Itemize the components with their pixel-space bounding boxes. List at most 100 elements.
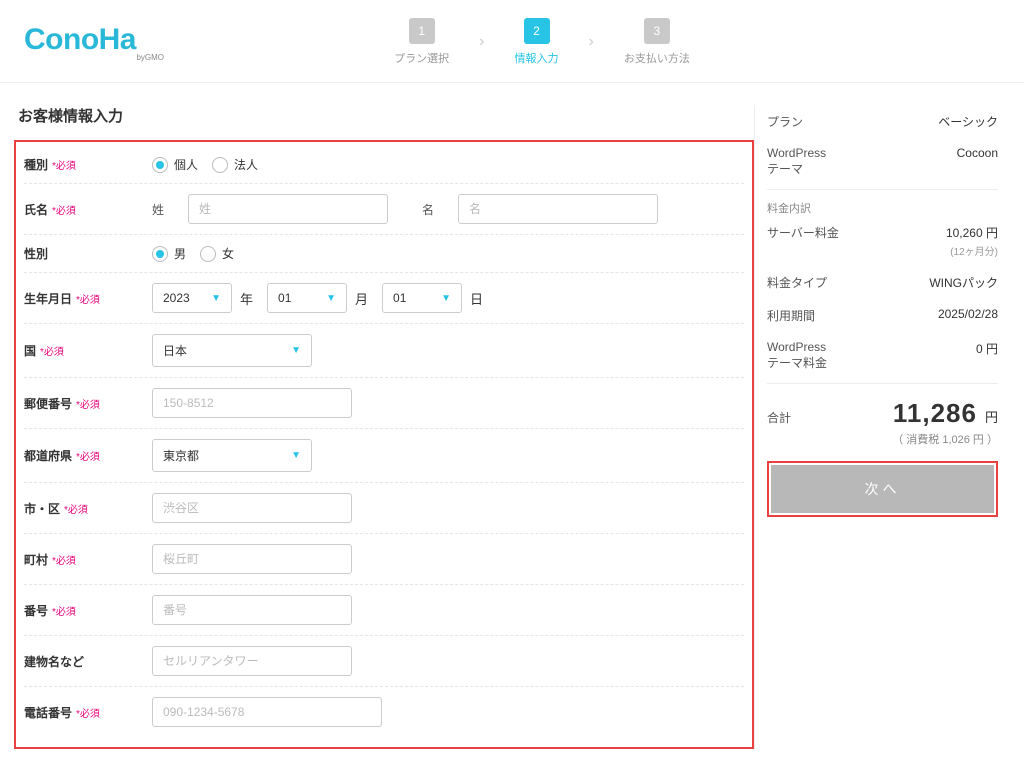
row-country: 国 *必須 日本▼ [24, 324, 744, 378]
postal-input[interactable] [152, 388, 352, 418]
chevron-down-icon: ▼ [326, 293, 336, 304]
row-dob: 生年月日 *必須 2023▼ 年 01▼ 月 01▼ 日 [24, 273, 744, 324]
customer-form: 種別*必須 個人 法人 氏名*必須 姓 名 性別 男 [14, 140, 754, 749]
summary-panel: プラン ベーシック WordPress テーマ Cocoon 料金内訳 サーバー料金… [754, 105, 1010, 749]
themefee-key: WordPress テーマ料金 [767, 340, 827, 371]
required-mark: *必須 [76, 705, 100, 720]
step-1-number: 1 [409, 18, 435, 44]
row-name: 氏名*必須 姓 名 [24, 184, 744, 235]
period-value: 2025/02/28 [938, 307, 998, 321]
required-mark: *必須 [76, 448, 100, 463]
step-2-label: 情報入力 [515, 50, 559, 66]
radio-icon [152, 157, 168, 173]
plan-value: ベーシック [938, 113, 998, 130]
type-corporate-radio[interactable]: 法人 [212, 156, 258, 173]
tel-input[interactable] [152, 697, 382, 727]
required-mark: *必須 [52, 552, 76, 567]
country-select[interactable]: 日本▼ [152, 334, 312, 367]
gender-male-radio[interactable]: 男 [152, 245, 186, 262]
server-fee-value: 10,260 円 [946, 226, 998, 240]
gender-label: 性別 [24, 245, 48, 262]
feetype-value: WINGパック [929, 274, 998, 291]
required-mark: *必須 [76, 291, 100, 306]
pref-select[interactable]: 東京都▼ [152, 439, 312, 472]
city-label: 市・区 [24, 500, 60, 517]
step-3: 3 お支払い方法 [624, 18, 690, 66]
progress-steps: 1 プラン選択 › 2 情報入力 › 3 お支払い方法 [164, 18, 920, 66]
day-unit: 日 [470, 289, 483, 308]
firstname-input[interactable] [458, 194, 658, 224]
breakdown-label: 料金内訳 [767, 194, 998, 216]
building-input[interactable] [152, 646, 352, 676]
server-fee-key: サーバー料金 [767, 224, 839, 241]
step-3-number: 3 [644, 18, 670, 44]
town-label: 町村 [24, 551, 48, 568]
chevron-right-icon: › [479, 33, 484, 51]
step-2: 2 情報入力 [515, 18, 559, 66]
chevron-down-icon: ▼ [211, 293, 221, 304]
row-pref: 都道府県 *必須 東京都▼ [24, 429, 744, 483]
gender-female-radio[interactable]: 女 [200, 245, 234, 262]
theme-key: WordPress テーマ [767, 146, 826, 177]
dob-label: 生年月日 [24, 290, 72, 307]
number-label: 番号 [24, 602, 48, 619]
themefee-value: 0 円 [976, 340, 998, 357]
postal-label: 郵便番号 [24, 395, 72, 412]
tax-note: （ 消費税 1,026 円 ） [767, 431, 998, 447]
next-button-frame: 次へ [767, 461, 998, 517]
required-mark: *必須 [76, 396, 100, 411]
city-input[interactable] [152, 493, 352, 523]
row-tel: 電話番号 *必須 [24, 687, 744, 737]
row-town: 町村 *必須 [24, 534, 744, 585]
row-city: 市・区 *必須 [24, 483, 744, 534]
country-label: 国 [24, 342, 36, 359]
lastname-input[interactable] [188, 194, 388, 224]
required-mark: *必須 [52, 157, 76, 172]
period-key: 利用期間 [767, 307, 815, 324]
required-mark: *必須 [52, 202, 76, 217]
radio-icon [152, 246, 168, 262]
step-1: 1 プラン選択 [394, 18, 449, 66]
step-3-label: お支払い方法 [624, 50, 690, 66]
plan-key: プラン [767, 113, 803, 130]
dob-month-select[interactable]: 01▼ [267, 283, 347, 313]
server-fee-sub: (12ヶ月分) [946, 243, 998, 258]
row-postal: 郵便番号 *必須 [24, 378, 744, 429]
total-label: 合計 [767, 409, 791, 426]
required-mark: *必須 [52, 603, 76, 618]
pref-label: 都道府県 [24, 447, 72, 464]
chevron-down-icon: ▼ [291, 450, 301, 461]
building-label: 建物名など [24, 653, 84, 670]
total-amount: 11,286 [893, 398, 977, 429]
chevron-down-icon: ▼ [291, 345, 301, 356]
year-unit: 年 [240, 289, 253, 308]
lastname-sublabel: 姓 [152, 201, 174, 218]
next-button[interactable]: 次へ [771, 465, 994, 513]
chevron-right-icon: › [589, 33, 594, 51]
chevron-down-icon: ▼ [441, 293, 451, 304]
required-mark: *必須 [64, 501, 88, 516]
firstname-sublabel: 名 [422, 201, 444, 218]
row-type: 種別*必須 個人 法人 [24, 146, 744, 184]
required-mark: *必須 [40, 343, 64, 358]
tel-label: 電話番号 [24, 704, 72, 721]
step-2-number: 2 [524, 18, 550, 44]
number-input[interactable] [152, 595, 352, 625]
header: ConoHa byGMO 1 プラン選択 › 2 情報入力 › 3 お支払い方法 [0, 0, 1024, 83]
month-unit: 月 [355, 289, 368, 308]
row-building: 建物名など [24, 636, 744, 687]
logo: ConoHa byGMO [24, 23, 164, 62]
town-input[interactable] [152, 544, 352, 574]
row-number: 番号 *必須 [24, 585, 744, 636]
step-1-label: プラン選択 [394, 50, 449, 66]
page-title: お客様情報入力 [18, 105, 754, 126]
row-gender: 性別 男 女 [24, 235, 744, 273]
feetype-key: 料金タイプ [767, 274, 827, 291]
total-yen: 円 [985, 407, 998, 426]
theme-value: Cocoon [957, 146, 998, 160]
dob-year-select[interactable]: 2023▼ [152, 283, 232, 313]
radio-icon [200, 246, 216, 262]
logo-text: ConoHa [24, 23, 164, 57]
dob-day-select[interactable]: 01▼ [382, 283, 462, 313]
type-individual-radio[interactable]: 個人 [152, 156, 198, 173]
